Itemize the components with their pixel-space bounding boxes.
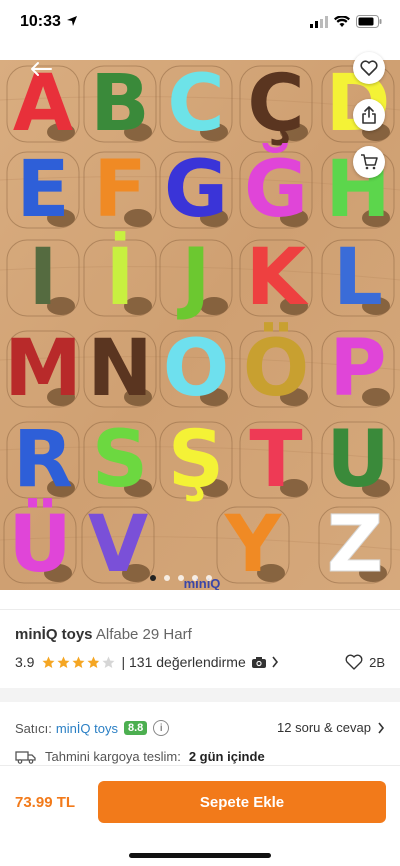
back-arrow-icon <box>31 62 52 76</box>
location-arrow-icon <box>67 16 77 26</box>
info-icon[interactable]: i <box>153 720 170 736</box>
carousel-dot[interactable] <box>206 575 212 581</box>
chevron-right-icon <box>378 722 385 733</box>
puzzle-letter: O <box>163 324 229 414</box>
carousel-dot[interactable] <box>178 575 184 581</box>
puzzle-letter: P <box>329 324 386 414</box>
puzzle-letter: G <box>164 145 228 235</box>
puzzle-letter: T <box>249 415 302 505</box>
favorite-count-label: 2B <box>369 654 385 670</box>
puzzle-letter: U <box>326 415 389 505</box>
product-name: Alfabe 29 Harf <box>95 626 192 643</box>
status-time: 10:33 <box>20 13 61 30</box>
battery-icon <box>356 15 382 28</box>
carousel-dot[interactable] <box>164 575 170 581</box>
shopping-cart-icon <box>361 154 378 170</box>
chevron-right-icon <box>272 656 278 668</box>
puzzle-letter: F <box>93 145 146 235</box>
back-button[interactable] <box>26 58 56 80</box>
divider <box>0 609 400 610</box>
product-brand[interactable]: minİQ toys <box>15 626 93 643</box>
carousel-dot[interactable] <box>150 575 156 581</box>
puzzle-letter: Y <box>224 500 283 590</box>
puzzle-letter: Ö <box>243 322 309 414</box>
rating-stars <box>42 656 115 669</box>
cart-button[interactable] <box>353 146 385 178</box>
wifi-icon <box>334 15 350 27</box>
home-indicator[interactable] <box>129 853 271 858</box>
camera-icon <box>251 656 266 668</box>
star-icon <box>102 656 115 668</box>
add-to-cart-button[interactable]: Sepete Ekle <box>98 781 386 823</box>
puzzle-letter: E <box>16 145 69 235</box>
puzzle-letter: B <box>90 60 149 149</box>
bottom-action-bar: 73.99 TL Sepete Ekle <box>0 765 400 866</box>
product-title: minİQ toys Alfabe 29 Harf <box>15 626 192 643</box>
star-icon <box>57 656 70 668</box>
delivery-truck-icon <box>15 750 36 764</box>
favorite-count[interactable]: 2B <box>345 654 385 670</box>
puzzle-letter: I <box>28 233 57 323</box>
seller-name[interactable]: minİQ toys <box>56 721 118 736</box>
rating-row[interactable]: 3.9 | 131 değerlendirme <box>15 654 279 670</box>
carousel-dot[interactable] <box>192 575 198 581</box>
seller-label: Satıcı: <box>15 720 52 736</box>
puzzle-letter: K <box>246 233 309 323</box>
star-icon <box>42 656 55 668</box>
shipping-label: Tahmini kargoya teslim: <box>45 749 181 764</box>
puzzle-letter: C <box>167 60 224 149</box>
puzzle-letter: Ş <box>168 415 224 505</box>
star-icon <box>87 656 100 668</box>
share-button[interactable] <box>353 99 385 131</box>
status-bar: 10:33 <box>0 0 400 48</box>
puzzle-letter: V <box>88 500 148 590</box>
qa-label: 12 soru & cevap <box>277 720 371 735</box>
puzzle-letter: Ğ <box>244 143 308 235</box>
puzzle-letter: İ <box>105 231 134 323</box>
puzzle-letter: M <box>4 324 82 414</box>
puzzle-letter: S <box>92 415 148 505</box>
rating-value: 3.9 <box>15 654 35 670</box>
status-icons <box>310 15 382 28</box>
carousel-dots[interactable] <box>150 575 212 581</box>
favorite-button[interactable] <box>353 52 385 84</box>
questions-answers-link[interactable]: 12 soru & cevap <box>277 720 385 735</box>
cellular-signal-icon <box>310 15 328 28</box>
star-icon <box>72 656 85 668</box>
heart-outline-icon <box>345 654 363 670</box>
review-count: | 131 değerlendirme <box>121 654 246 670</box>
seller-score-badge: 8.8 <box>123 721 148 735</box>
product-price: 73.99 TL <box>15 794 76 811</box>
puzzle-letter: R <box>13 415 73 505</box>
shipping-estimate: Tahmini kargoya teslim: 2 gün içinde <box>15 749 265 764</box>
puzzle-letter: N <box>87 324 152 414</box>
alphabet-puzzle-image: ABCÇDEFGĞHIİJKLMNOÖPRSŞTUÜVYZ miniQ <box>0 60 400 590</box>
seller-row[interactable]: Satıcı: minİQ toys 8.8 i <box>15 720 170 736</box>
puzzle-letter: J <box>176 233 210 323</box>
shipping-value: 2 gün içinde <box>188 749 265 764</box>
puzzle-letter: Ç <box>247 60 304 149</box>
share-icon <box>362 106 376 124</box>
puzzle-letter: L <box>333 233 383 323</box>
section-separator <box>0 688 400 702</box>
heart-icon <box>360 60 378 76</box>
product-image-carousel[interactable]: ABCÇDEFGĞHIİJKLMNOÖPRSŞTUÜVYZ miniQ <box>0 60 400 590</box>
puzzle-letter: Ü <box>8 498 71 590</box>
puzzle-letter: Z <box>327 500 384 590</box>
